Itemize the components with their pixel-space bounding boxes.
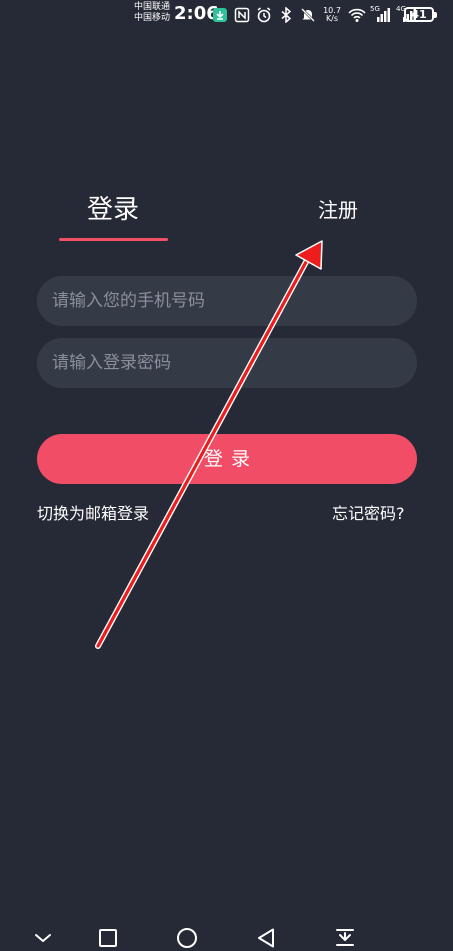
alarm-icon — [256, 7, 272, 23]
home-icon[interactable] — [175, 926, 199, 950]
nfc-icon — [234, 7, 250, 23]
tab-active-indicator — [59, 238, 168, 241]
download-notification-icon — [212, 7, 228, 23]
switch-to-email-login-link[interactable]: 切换为邮箱登录 — [37, 503, 149, 525]
carrier-1: 中国联通 — [134, 2, 171, 12]
annotation-arrow-head — [295, 240, 323, 270]
signal-5g-icon: 5G — [370, 5, 390, 23]
carrier-2: 中国移动 — [134, 13, 171, 23]
password-input[interactable] — [37, 338, 417, 388]
battery-icon: 41 — [404, 7, 437, 22]
recent-apps-icon[interactable] — [96, 926, 120, 950]
forgot-password-link[interactable]: 忘记密码? — [332, 503, 405, 525]
back-icon[interactable] — [254, 926, 278, 950]
network-speed-unit: K/s — [325, 14, 339, 23]
bluetooth-icon — [278, 7, 294, 23]
phone-input[interactable] — [37, 276, 417, 326]
system-nav-bar — [0, 918, 453, 951]
status-icons: 10.7 K/s 5G 4G — [212, 5, 416, 25]
notification-pull-icon[interactable] — [333, 926, 357, 950]
tab-login[interactable]: 登录 — [87, 192, 139, 228]
wifi-icon — [348, 7, 366, 23]
tab-register[interactable]: 注册 — [318, 196, 358, 224]
login-button[interactable]: 登录 — [37, 434, 417, 484]
network-type-1: 5G — [370, 5, 380, 13]
network-speed: 10.7 K/s — [322, 7, 342, 23]
mute-icon — [300, 7, 316, 23]
carrier-labels: 中国联通 中国移动 — [134, 2, 170, 24]
status-bar: 中国联通 中国移动 2:06 10.7 K/s 5G 4G 41 — [0, 0, 453, 30]
battery-level: 41 — [411, 8, 427, 21]
chevron-down-icon[interactable] — [31, 926, 55, 950]
